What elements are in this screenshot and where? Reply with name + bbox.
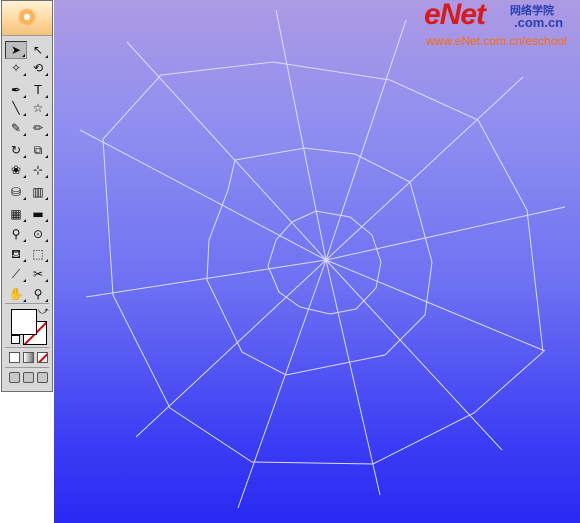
swap-colors-icon[interactable]: ⤻ (38, 306, 49, 317)
full-screen-mode-button[interactable] (37, 372, 48, 383)
mesh-tool[interactable]: ▦ (5, 205, 27, 223)
gradient-mode-button[interactable] (23, 352, 34, 363)
rotate-tool[interactable]: ↻ (5, 141, 27, 159)
standard-screen-mode-button[interactable] (9, 372, 20, 383)
web-spoke-line (135, 259, 327, 438)
symbol-sprayer-tool[interactable]: ⛁ (5, 183, 27, 201)
gradient-tool[interactable]: ▬ (27, 205, 49, 223)
flower-logo-icon (16, 6, 38, 28)
fill-color-swatch[interactable] (11, 309, 37, 335)
scale-tool[interactable]: ⧉ (27, 141, 49, 159)
selection-tool[interactable]: ➤ (5, 41, 27, 59)
spider-web-artwork (79, 9, 566, 509)
direct-selection-tool[interactable]: ↖ (27, 41, 49, 59)
zoom-tool[interactable]: ⚲ (27, 285, 49, 303)
web-spoke-line (85, 259, 327, 298)
star-tool[interactable]: ☆ (27, 99, 49, 117)
lasso-tool[interactable]: ⟲ (27, 59, 49, 77)
live-paint-bucket-tool[interactable]: ⛾ (5, 245, 27, 263)
hand-tool[interactable]: ✋ (5, 285, 27, 303)
toolbox-divider (5, 367, 49, 368)
pen-tool[interactable]: ✒ (5, 81, 27, 99)
slice-tool[interactable]: ⟋ (5, 265, 27, 283)
web-spoke-line (275, 9, 327, 261)
watermark-url: www.eNet.com.cn/eschool (426, 34, 567, 48)
enet-brand-suffix: .com.cn (514, 15, 564, 30)
web-spoke-line (126, 41, 327, 261)
enet-brand-text: eNet (424, 0, 486, 31)
type-tool[interactable]: T (27, 81, 49, 99)
toolbox-header-logo[interactable] (2, 1, 52, 36)
scissors-tool[interactable]: ✂ (27, 265, 49, 283)
color-mode-button[interactable] (9, 352, 20, 363)
web-spoke-line (325, 259, 381, 496)
pencil-tool[interactable]: ✏ (27, 119, 49, 137)
web-spoke-line (237, 259, 327, 509)
web-spoke-line (325, 259, 503, 451)
web-spoke-line (79, 129, 327, 261)
web-spoke-line (325, 76, 524, 261)
blend-tool[interactable]: ⊙ (27, 225, 49, 243)
enet-watermark-logo: eNet 网络学院 .com.cn (424, 0, 578, 34)
magic-wand-tool[interactable]: ✧ (5, 59, 27, 77)
none-mode-button[interactable] (37, 352, 48, 363)
live-paint-selection-tool[interactable]: ⬚ (27, 245, 49, 263)
free-transform-tool[interactable]: ⊹ (27, 161, 49, 179)
line-segment-tool[interactable]: ╲ (5, 99, 27, 117)
toolbox-divider (5, 303, 49, 304)
paintbrush-tool[interactable]: ✎ (5, 119, 27, 137)
column-graph-tool[interactable]: ▥ (27, 183, 49, 201)
eyedropper-tool[interactable]: ⚲ (5, 225, 27, 243)
default-colors-icon[interactable] (11, 335, 20, 344)
tools-panel: ➤ ↖ ✧ ⟲ ✒ T ╲ ☆ ✎ ✏ ↻ ⧉ ❀ ⊹ ⛁ ▥ ▦ ▬ ⚲ ⊙ ⛾ ⬚ ⟋ ✂ ✋ ⚲ ⤻ (1, 0, 53, 392)
toolbox-divider (5, 347, 49, 348)
full-screen-menu-mode-button[interactable] (23, 372, 34, 383)
warp-tool[interactable]: ❀ (5, 161, 27, 179)
web-spoke-line (325, 19, 407, 261)
